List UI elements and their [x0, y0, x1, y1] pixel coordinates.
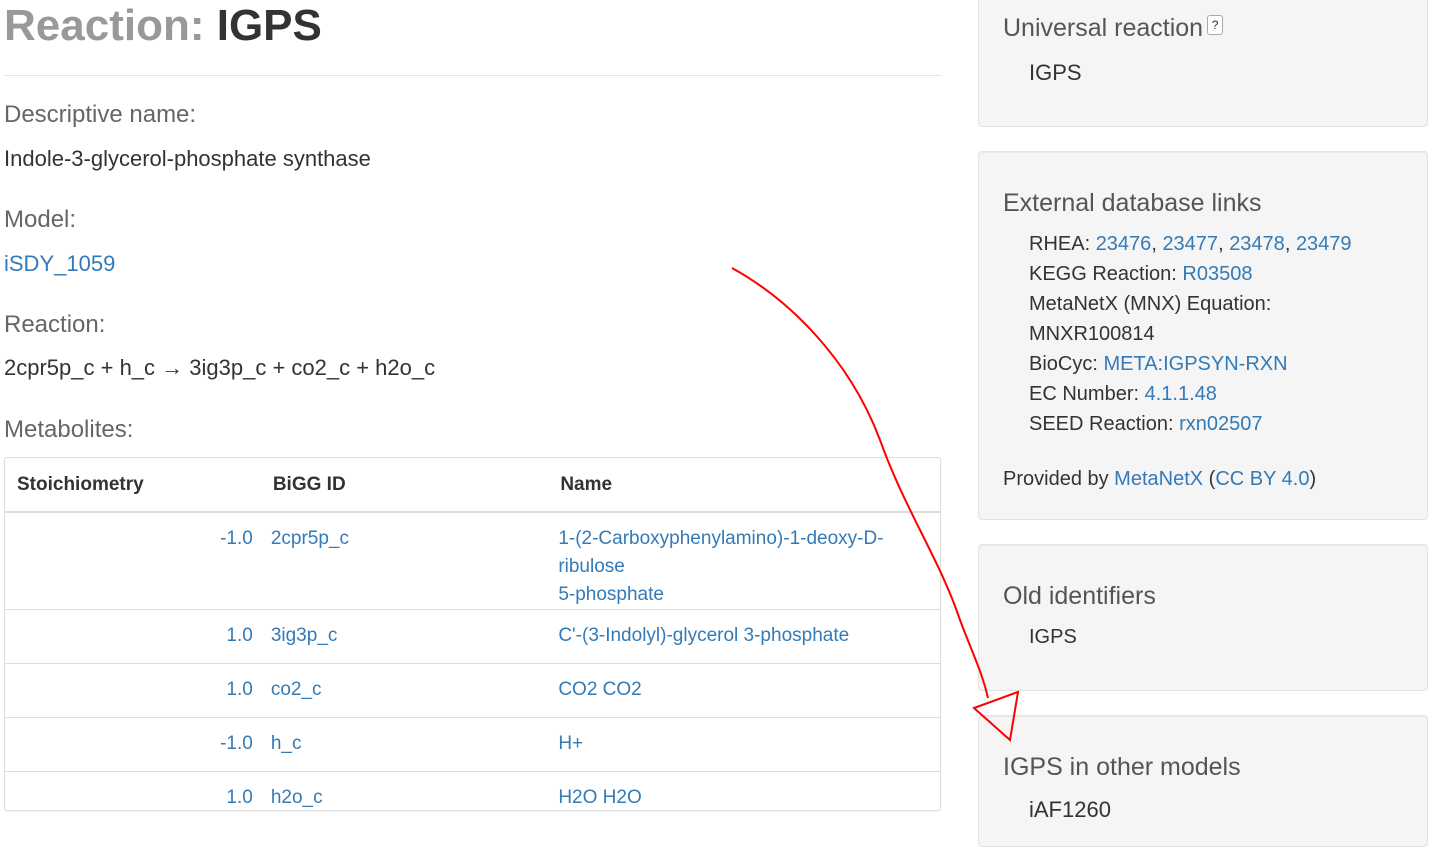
old-identifier-value: IGPS: [1029, 626, 1077, 648]
column-header-stoichiometry: Stoichiometry: [5, 458, 261, 513]
column-header-name: Name: [548, 458, 940, 513]
metabolite-name-line: 1-(2-Carboxyphenylamino)-1-deoxy-D-ribul…: [558, 528, 884, 577]
universal-reaction-heading: Universal reaction?: [1003, 13, 1224, 43]
metabolite-name-link[interactable]: H+: [558, 733, 583, 754]
descriptive-name-value: Indole-3-glycerol-phosphate synthase: [4, 146, 371, 171]
rhea-label: RHEA:: [1029, 233, 1096, 255]
biocyc-row: BioCyc: META:IGPSYN-RXN: [1029, 349, 1288, 379]
ec-link[interactable]: 4.1.1.48: [1145, 383, 1217, 405]
kegg-label: KEGG Reaction:: [1029, 263, 1183, 285]
metabolite-name-link[interactable]: 1-(2-Carboxyphenylamino)-1-deoxy-D-ribul…: [558, 528, 883, 605]
other-models-panel: IGPS in other models iAF1260: [978, 715, 1428, 847]
seed-row: SEED Reaction: rxn02507: [1029, 409, 1262, 439]
license-link[interactable]: CC BY 4.0: [1215, 468, 1309, 490]
kegg-link[interactable]: R03508: [1182, 263, 1252, 285]
external-links-panel: External database links RHEA: 23476, 234…: [978, 151, 1428, 520]
external-links-heading: External database links: [1003, 189, 1262, 217]
separator: ,: [1218, 233, 1230, 255]
rhea-link-1[interactable]: 23476: [1096, 233, 1152, 255]
metabolite-name-link[interactable]: C'-(3-Indolyl)-glycerol 3-phosphate: [558, 625, 849, 646]
metanetx-link[interactable]: MetaNetX: [1114, 468, 1203, 490]
other-models-heading: IGPS in other models: [1003, 753, 1241, 781]
column-header-bigg-id: BiGG ID: [260, 458, 549, 513]
bigg-id-link[interactable]: 2cpr5p_c: [271, 528, 349, 549]
stoichiometry-cell: 1.0: [5, 609, 261, 664]
reaction-equation: 2cpr5p_c + h_c → 3ig3p_c + co2_c + h2o_c: [4, 355, 436, 380]
ec-row: EC Number: 4.1.1.48: [1029, 379, 1217, 409]
universal-reaction-heading-text: Universal reaction: [1003, 14, 1204, 42]
rhea-link-3[interactable]: 23478: [1229, 233, 1285, 255]
mnx-link[interactable]: MNXR100814: [1029, 319, 1155, 349]
stoichiometry-cell: -1.0: [220, 528, 253, 549]
other-model-link[interactable]: iAF1260: [1029, 795, 1111, 825]
title-divider: [4, 75, 941, 76]
metabolites-label: Metabolites:: [4, 416, 134, 443]
paren-open: (: [1203, 468, 1216, 490]
biocyc-label: BioCyc:: [1029, 353, 1104, 375]
old-identifiers-panel: Old identifiers IGPS: [978, 544, 1428, 691]
seed-link[interactable]: rxn02507: [1179, 413, 1262, 435]
paren-close: ): [1309, 468, 1317, 490]
table-row: 1.0 co2_c CO2 CO2: [5, 663, 940, 718]
metabolite-name-line: 5-phosphate: [558, 584, 664, 605]
stoichiometry-cell: -1.0: [5, 717, 261, 772]
provided-by-text: Provided by: [1003, 468, 1115, 490]
table-row: -1.0 2cpr5p_c 1-(2-Carboxyphenylamino)-1…: [5, 512, 940, 610]
universal-reaction-link[interactable]: IGPS: [1029, 58, 1082, 88]
bigg-id-link[interactable]: h_c: [271, 733, 302, 754]
stoichiometry-cell: 1.0: [5, 771, 261, 826]
table-row: 1.0 h2o_c H2O H2O: [5, 771, 940, 826]
model-label: Model:: [4, 206, 77, 233]
metabolites-table: Stoichiometry BiGG ID Name -1.0 2cpr5p_c…: [4, 457, 941, 826]
page-title-prefix: Reaction:: [4, 1, 205, 50]
old-identifiers-heading: Old identifiers: [1003, 582, 1156, 610]
seed-label: SEED Reaction:: [1029, 413, 1180, 435]
kegg-row: KEGG Reaction: R03508: [1029, 259, 1252, 289]
bigg-id-link[interactable]: co2_c: [271, 679, 322, 700]
separator: ,: [1284, 233, 1296, 255]
biocyc-link[interactable]: META:IGPSYN-RXN: [1103, 353, 1287, 375]
table-row: 1.0 3ig3p_c C'-(3-Indolyl)-glycerol 3-ph…: [5, 609, 940, 664]
rhea-link-2[interactable]: 23477: [1162, 233, 1218, 255]
rhea-row: RHEA: 23476, 23477, 23478, 23479: [1029, 229, 1352, 259]
universal-reaction-panel: Universal reaction? IGPS: [978, 0, 1428, 127]
rhea-link-4[interactable]: 23479: [1296, 233, 1352, 255]
page-title-reaction-id: IGPS: [216, 1, 322, 50]
provided-by-row: Provided by MetaNetX (CC BY 4.0): [1003, 464, 1316, 494]
mnx-label: MetaNetX (MNX) Equation:: [1029, 293, 1272, 315]
ec-label: EC Number:: [1029, 383, 1145, 405]
help-icon[interactable]: ?: [1207, 15, 1224, 35]
page-title: Reaction: IGPS: [4, 0, 322, 52]
bigg-id-link[interactable]: h2o_c: [271, 787, 323, 808]
table-header-row: Stoichiometry BiGG ID Name: [5, 458, 940, 513]
stoichiometry-cell: 1.0: [5, 663, 261, 718]
reaction-label: Reaction:: [4, 311, 106, 338]
separator: ,: [1151, 233, 1163, 255]
metabolite-name-link[interactable]: CO2 CO2: [558, 679, 641, 700]
metabolite-name-link[interactable]: H2O H2O: [558, 787, 641, 808]
model-link[interactable]: iSDY_1059: [4, 250, 115, 278]
descriptive-name-label: Descriptive name:: [4, 101, 197, 128]
bigg-id-link[interactable]: 3ig3p_c: [271, 625, 338, 646]
table-row: -1.0 h_c H+: [5, 717, 940, 772]
